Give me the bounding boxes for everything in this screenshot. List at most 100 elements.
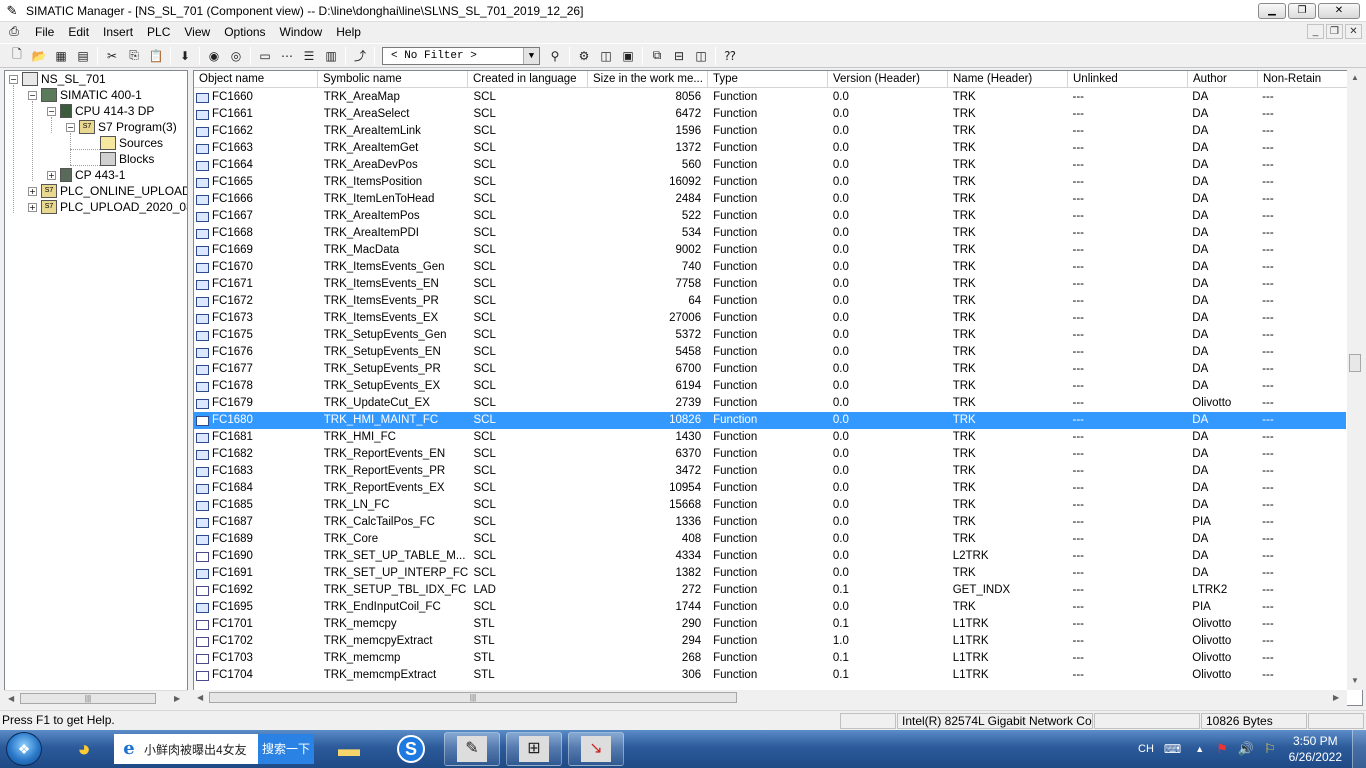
table-row[interactable]: FC1704 TRK_memcmpExtract STL 306 Function 0.1… bbox=[194, 667, 1346, 684]
chevron-down-icon[interactable]: ▼ bbox=[523, 47, 539, 64]
scroll-up-icon[interactable]: ▲ bbox=[1351, 73, 1359, 82]
table-row[interactable]: FC1702 TRK_memcpyExtract STL 294 Function 1.0… bbox=[194, 633, 1346, 650]
network-icon[interactable]: ⚑ bbox=[1216, 741, 1228, 757]
search-button[interactable]: 搜索一下 bbox=[258, 734, 314, 764]
table-row[interactable]: FC1673 TRK_ItemsEvents_EX SCL 27006 Function… bbox=[194, 310, 1346, 327]
column-header[interactable]: Unlinked bbox=[1068, 71, 1188, 88]
column-header[interactable]: Name (Header) bbox=[948, 71, 1068, 88]
open-icon[interactable]: 📂 bbox=[28, 46, 50, 66]
scrollbar-thumb[interactable] bbox=[1349, 354, 1361, 372]
show-desktop-button[interactable] bbox=[1352, 730, 1366, 768]
scrollbar-thumb[interactable]: ||| bbox=[209, 692, 737, 703]
tree-node-blocks[interactable]: Blocks bbox=[100, 151, 154, 167]
menu-view[interactable]: View bbox=[177, 22, 217, 42]
context-help-icon[interactable]: ⁇ bbox=[719, 46, 741, 66]
table-row[interactable]: FC1675 TRK_SetupEvents_Gen SCL 5372 Function… bbox=[194, 327, 1346, 344]
menu-window[interactable]: Window bbox=[273, 22, 330, 42]
tree-node-project[interactable]: − NS_SL_701 bbox=[9, 71, 106, 87]
table-row[interactable]: FC1689 TRK_Core SCL 408 Function 0.0 TRK --- DA -… bbox=[194, 531, 1346, 548]
table-row[interactable]: FC1685 TRK_LN_FC SCL 15668 Function 0.0 TRK ---… bbox=[194, 497, 1346, 514]
mdi-minimize-button[interactable]: _ bbox=[1307, 24, 1324, 39]
restore-button[interactable]: ❐ bbox=[1288, 2, 1316, 19]
expand-icon[interactable]: + bbox=[47, 170, 56, 180]
table-row[interactable]: FC1667 TRK_AreaItemPos SCL 522 Function 0.0 TR… bbox=[194, 208, 1346, 225]
scroll-left-icon[interactable]: ◀ bbox=[8, 694, 14, 703]
collapse-icon[interactable]: − bbox=[47, 106, 56, 116]
table-row[interactable]: FC1678 TRK_SetupEvents_EX SCL 6194 Function 0… bbox=[194, 378, 1346, 395]
taskbar-search-widget[interactable]: e 小鲜肉被曝出4女友 搜索一下 bbox=[114, 734, 314, 764]
cut-icon[interactable]: ✂ bbox=[101, 46, 123, 66]
table-row[interactable]: FC1690 TRK_SET_UP_TABLE_M... SCL 4334 Functi… bbox=[194, 548, 1346, 565]
large-icons-icon[interactable]: ▭ bbox=[254, 46, 276, 66]
explorer-pinned-icon[interactable]: ▬ bbox=[326, 732, 372, 766]
language-indicator[interactable]: CH bbox=[1138, 743, 1154, 755]
search-news-text[interactable]: 小鲜肉被曝出4女友 bbox=[144, 741, 258, 758]
table-row[interactable]: FC1666 TRK_ItemLenToHead SCL 2484 Function 0.… bbox=[194, 191, 1346, 208]
table-row[interactable]: FC1692 TRK_SETUP_TBL_IDX_FC LAD 272 Function… bbox=[194, 582, 1346, 599]
table-row[interactable]: FC1670 TRK_ItemsEvents_Gen SCL 740 Function 0… bbox=[194, 259, 1346, 276]
table-row[interactable]: FC1691 TRK_SET_UP_INTERP_FC SCL 1382 Functio… bbox=[194, 565, 1346, 582]
paste-icon[interactable]: 📋 bbox=[145, 46, 167, 66]
copy-icon[interactable]: ⎘ bbox=[123, 46, 145, 66]
table-row[interactable]: FC1687 TRK_CalcTailPos_FC SCL 1336 Function 0… bbox=[194, 514, 1346, 531]
new-icon[interactable]: 🗋 bbox=[6, 46, 28, 66]
sogou-pinned-icon[interactable]: S bbox=[388, 732, 434, 766]
cascade-icon[interactable]: ⧉ bbox=[646, 46, 668, 66]
tree-node-plc-online-upload[interactable]: + S7 PLC_ONLINE_UPLOAD bbox=[28, 183, 187, 199]
show-hidden-icons-icon[interactable]: ▲ bbox=[1195, 744, 1204, 754]
column-header[interactable]: Type bbox=[708, 71, 828, 88]
column-header[interactable]: Non-Retain bbox=[1258, 71, 1348, 88]
netpro-icon[interactable]: ⚙ bbox=[573, 46, 595, 66]
offline-icon[interactable]: ◎ bbox=[225, 46, 247, 66]
tile-vertical-icon[interactable]: ◫ bbox=[690, 46, 712, 66]
table-row[interactable]: FC1679 TRK_UpdateCut_EX SCL 2739 Function 0.0… bbox=[194, 395, 1346, 412]
table-row[interactable]: FC1662 TRK_AreaItemLink SCL 1596 Function 0.0… bbox=[194, 123, 1346, 140]
table-row[interactable]: FC1668 TRK_AreaItemPDI SCL 534 Function 0.0 TR… bbox=[194, 225, 1346, 242]
memory-card-icon[interactable]: ▤ bbox=[72, 46, 94, 66]
configure-hw-icon[interactable]: ▣ bbox=[617, 46, 639, 66]
table-row[interactable]: FC1660 TRK_AreaMap SCL 8056 Function 0.0 TRK --… bbox=[194, 89, 1346, 106]
simulation-icon[interactable]: ◫ bbox=[595, 46, 617, 66]
accessible-nodes-icon[interactable]: ▦ bbox=[50, 46, 72, 66]
table-row[interactable]: FC1681 TRK_HMI_FC SCL 1430 Function 0.0 TRK ---… bbox=[194, 429, 1346, 446]
table-row[interactable]: FC1701 TRK_memcpy STL 290 Function 0.1 L1TRK --… bbox=[194, 616, 1346, 633]
close-button[interactable]: ✕ bbox=[1318, 2, 1360, 19]
list-icon[interactable]: ☰ bbox=[298, 46, 320, 66]
tree-node-s7-program[interactable]: − S7 S7 Program(3) bbox=[66, 119, 177, 135]
up-one-level-icon[interactable]: ⤴ bbox=[349, 46, 371, 66]
mdi-close-button[interactable]: ✕ bbox=[1345, 24, 1362, 39]
minimize-button[interactable]: ▁ bbox=[1258, 2, 1286, 19]
column-header[interactable]: Object name bbox=[194, 71, 318, 88]
mdi-document-icon[interactable]: ⎙ bbox=[4, 24, 24, 40]
start-button[interactable]: ❖ bbox=[6, 732, 42, 766]
browser-pinned-icon[interactable]: ◕ bbox=[60, 732, 108, 766]
keyboard-icon[interactable]: ⌨ bbox=[1164, 742, 1181, 756]
collapse-icon[interactable]: − bbox=[9, 74, 18, 84]
table-row[interactable]: FC1663 TRK_AreaItemGet SCL 1372 Function 0.0 T… bbox=[194, 140, 1346, 157]
netpro-taskbar-button[interactable]: ⊞ bbox=[506, 732, 562, 766]
scrollbar-thumb[interactable]: ||| bbox=[20, 693, 156, 704]
tree-node-station[interactable]: − SIMATIC 400-1 bbox=[28, 87, 142, 103]
table-row[interactable]: FC1676 TRK_SetupEvents_EN SCL 5458 Function 0… bbox=[194, 344, 1346, 361]
tree-node-sources[interactable]: Sources bbox=[100, 135, 163, 151]
column-header[interactable]: Created in language bbox=[468, 71, 588, 88]
online-icon[interactable]: ◉ bbox=[203, 46, 225, 66]
table-row[interactable]: FC1683 TRK_ReportEvents_PR SCL 3472 Function… bbox=[194, 463, 1346, 480]
menu-file[interactable]: File bbox=[28, 22, 61, 42]
table-row[interactable]: FC1664 TRK_AreaDevPos SCL 560 Function 0.0 TRK… bbox=[194, 157, 1346, 174]
table-row[interactable]: FC1671 TRK_ItemsEvents_EN SCL 7758 Function 0… bbox=[194, 276, 1346, 293]
collapse-icon[interactable]: − bbox=[28, 90, 37, 100]
mdi-restore-button[interactable]: ❐ bbox=[1326, 24, 1343, 39]
scroll-right-icon[interactable]: ▶ bbox=[1333, 693, 1339, 702]
simatic-taskbar-button[interactable]: ✎ bbox=[444, 732, 500, 766]
expand-icon[interactable]: + bbox=[28, 186, 37, 196]
list-horizontal-scrollbar[interactable]: ◀ ||| ▶ bbox=[193, 690, 1347, 706]
scroll-right-icon[interactable]: ▶ bbox=[174, 694, 180, 703]
download-icon[interactable]: ⬇ bbox=[174, 46, 196, 66]
table-row[interactable]: FC1677 TRK_SetupEvents_PR SCL 6700 Function 0… bbox=[194, 361, 1346, 378]
collapse-icon[interactable]: − bbox=[66, 122, 75, 132]
tree-node-plc-upload[interactable]: + S7 PLC_UPLOAD_2020_08_ bbox=[28, 199, 187, 215]
action-center-icon[interactable]: ⚐ bbox=[1264, 741, 1276, 757]
scroll-left-icon[interactable]: ◀ bbox=[197, 693, 203, 702]
list-vertical-scrollbar[interactable]: ▲ ▼ bbox=[1347, 70, 1363, 690]
